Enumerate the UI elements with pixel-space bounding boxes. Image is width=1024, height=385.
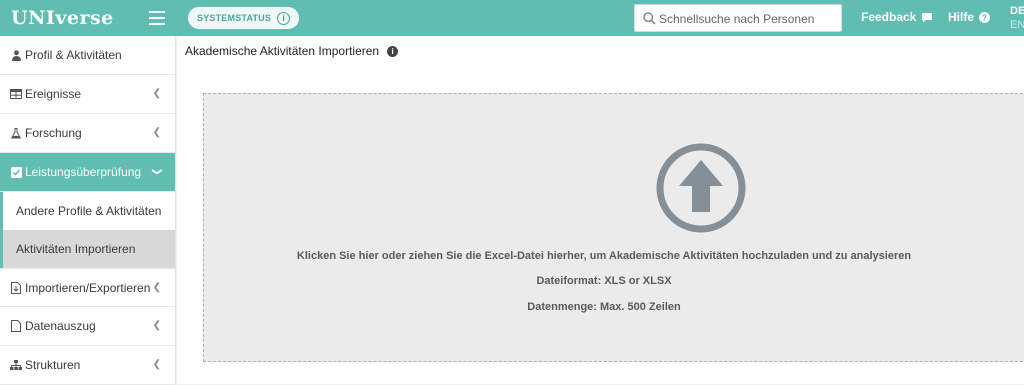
chevron-left-icon: ❮ xyxy=(152,359,161,370)
feedback-label: Feedback xyxy=(861,10,917,24)
chevron-left-icon: ❮ xyxy=(152,127,161,138)
language-switcher: DE EN xyxy=(1010,4,1024,32)
help-label: Hilfe xyxy=(948,10,975,24)
chevron-left-icon: ❮ xyxy=(152,88,161,99)
search-icon xyxy=(643,12,656,25)
info-icon[interactable]: i xyxy=(387,45,399,57)
sidebar-item-label: Datenauszug xyxy=(25,319,96,333)
help-button[interactable]: Hilfe ? xyxy=(948,10,991,24)
info-icon: i xyxy=(277,11,291,25)
top-bar: UNIverse SYSTEMSTATUS i Feedback Hilfe ?… xyxy=(0,0,1024,36)
sidebar-item-label: Importieren/Exportieren xyxy=(25,280,151,295)
comment-icon xyxy=(922,12,933,22)
system-status-button[interactable]: SYSTEMSTATUS i xyxy=(188,7,300,29)
sidebar-item-ereignisse[interactable]: Ereignisse ❮ xyxy=(0,75,175,114)
checkbox-icon xyxy=(9,166,23,178)
sitemap-icon xyxy=(9,360,23,370)
sidebar-item-label: Profil & Aktivitäten xyxy=(25,48,122,62)
sidebar-item-leistungsueberpruefung[interactable]: Leistungsüberprüfung ❮ xyxy=(0,153,175,192)
sidebar-subitem-label: Andere Profile & Aktivitäten xyxy=(16,204,162,218)
person-search[interactable] xyxy=(634,4,842,32)
sidebar-item-label: Ereignisse xyxy=(25,87,82,101)
sidebar: Profil & Aktivitäten Ereignisse ❮ Forsch… xyxy=(0,36,176,385)
main-content: Akademische Aktivitäten Importieren i Kl… xyxy=(177,36,1024,384)
system-status-label: SYSTEMSTATUS xyxy=(197,13,272,23)
chevron-left-icon: ❮ xyxy=(152,320,161,331)
svg-text:?: ? xyxy=(982,13,987,22)
sidebar-item-label: Strukturen xyxy=(25,358,81,372)
sidebar-item-strukturen[interactable]: Strukturen ❮ xyxy=(0,346,175,385)
question-circle-icon: ? xyxy=(979,11,991,23)
sidebar-subitem-andere-profile[interactable]: Andere Profile & Aktivitäten xyxy=(0,192,175,230)
sidebar-item-label: Leistungsüberprüfung xyxy=(25,165,142,179)
file-dropzone[interactable]: Klicken Sie hier oder ziehen Sie die Exc… xyxy=(203,93,1024,362)
lang-de[interactable]: DE xyxy=(1010,4,1024,18)
sidebar-item-importieren-exportieren[interactable]: Importieren/Exportieren ❮ xyxy=(0,268,175,307)
search-input[interactable] xyxy=(659,9,837,29)
sidebar-subitem-aktivitaeten-importieren[interactable]: Aktivitäten Importieren xyxy=(0,230,175,268)
lang-en[interactable]: EN xyxy=(1010,18,1024,32)
chevron-down-icon: ❮ xyxy=(151,167,163,176)
sidebar-item-datenauszug[interactable]: Datenauszug ❮ xyxy=(0,307,175,346)
menu-toggle-icon[interactable] xyxy=(149,11,165,25)
app-logo[interactable]: UNIverse xyxy=(11,7,114,29)
content-area: Klicken Sie hier oder ziehen Sie die Exc… xyxy=(177,66,1024,384)
flask-icon xyxy=(9,127,23,139)
feedback-button[interactable]: Feedback xyxy=(861,10,933,24)
dropzone-instruction: Klicken Sie hier oder ziehen Sie die Exc… xyxy=(296,250,912,262)
document-icon xyxy=(9,320,23,332)
chevron-left-icon: ❮ xyxy=(152,282,161,293)
sidebar-subitem-label: Aktivitäten Importieren xyxy=(16,242,136,256)
sidebar-item-label: Forschung xyxy=(25,126,82,140)
brand: UNIverse xyxy=(0,0,176,36)
dropzone-row-limit: Datenmenge: Max. 500 Zeilen xyxy=(527,301,681,313)
sidebar-item-profil[interactable]: Profil & Aktivitäten xyxy=(0,36,175,75)
page-title: Akademische Aktivitäten Importieren xyxy=(185,44,380,58)
person-icon xyxy=(9,49,23,61)
page-header: Akademische Aktivitäten Importieren i xyxy=(177,36,1024,66)
upload-arrow-icon xyxy=(656,143,746,233)
file-import-icon xyxy=(9,281,23,294)
sidebar-item-forschung[interactable]: Forschung ❮ xyxy=(0,114,175,153)
table-icon xyxy=(9,89,23,99)
dropzone-file-format: Dateiformat: XLS or XLSX xyxy=(536,275,672,287)
